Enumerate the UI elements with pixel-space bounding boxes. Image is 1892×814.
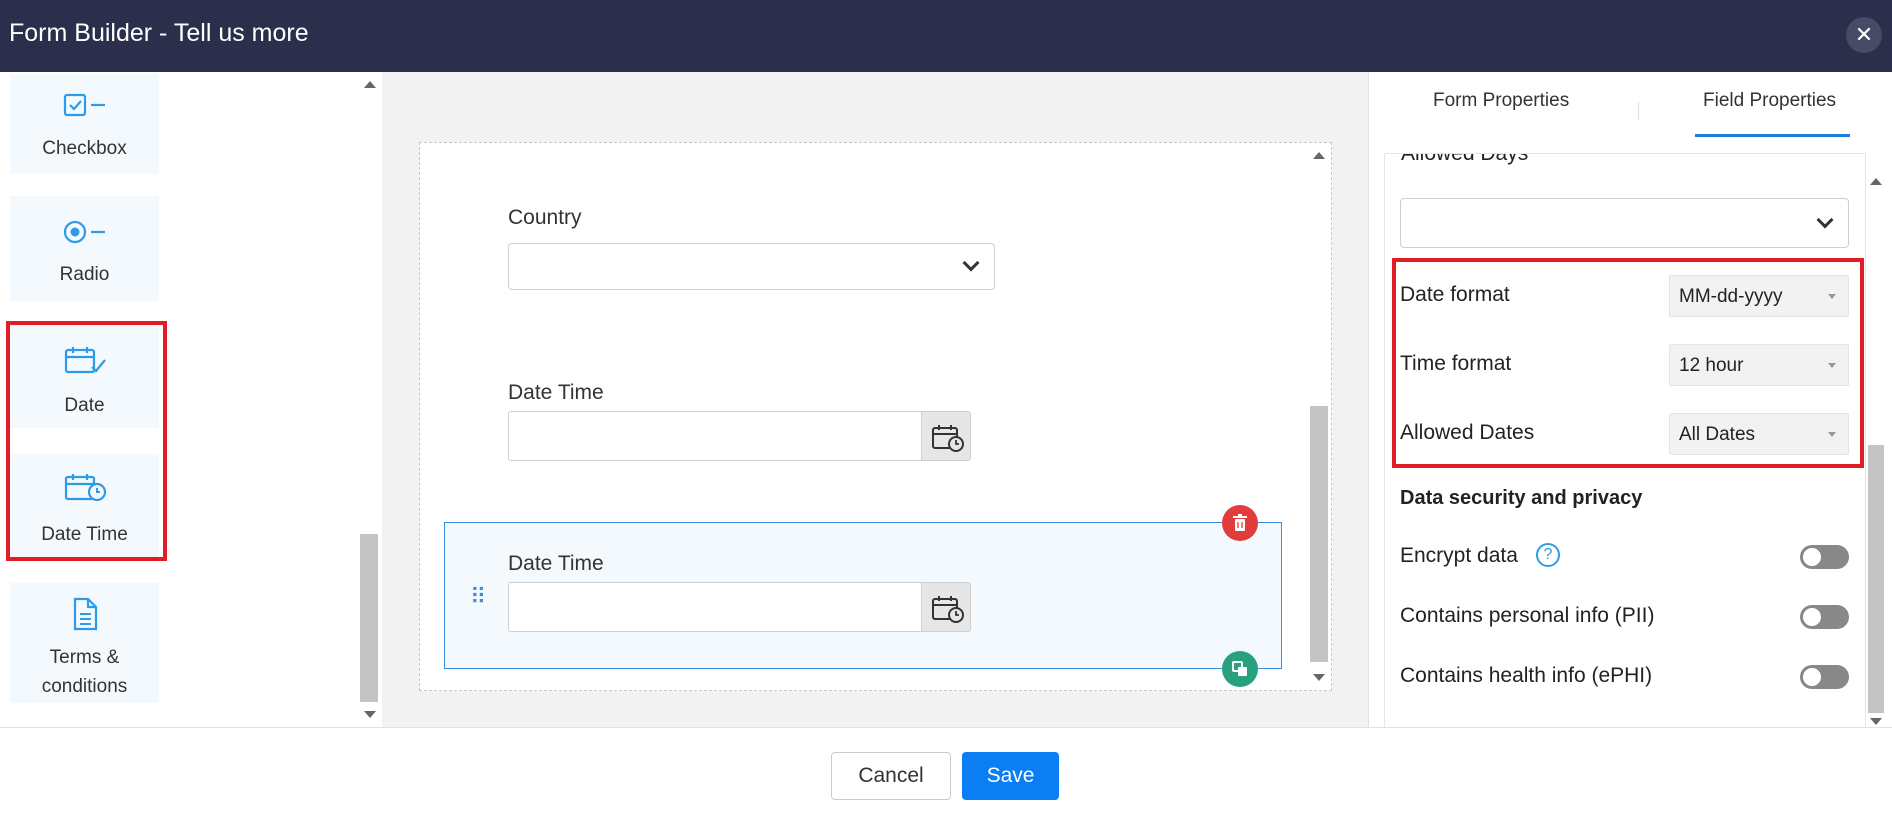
scroll-down-icon[interactable] [364, 711, 376, 718]
help-icon[interactable]: ? [1536, 543, 1560, 567]
scroll-up-icon[interactable] [364, 81, 376, 88]
modal-title: Form Builder - Tell us more [9, 19, 309, 47]
encrypt-data-label: Encrypt data [1400, 544, 1518, 567]
scroll-up-icon[interactable] [1870, 178, 1882, 185]
active-tab-indicator [1695, 134, 1850, 137]
tab-form-properties[interactable]: Form Properties [1433, 90, 1569, 112]
ephi-toggle[interactable] [1800, 665, 1849, 689]
scroll-down-icon[interactable] [1313, 674, 1325, 681]
toggle-knob [1803, 608, 1821, 626]
date-time-input[interactable] [508, 411, 924, 461]
scroll-down-icon[interactable] [1870, 718, 1882, 725]
scroll-up-icon[interactable] [1313, 152, 1325, 159]
palette-item-terms[interactable]: Terms & conditions [10, 583, 159, 703]
duplicate-field-button[interactable] [1222, 651, 1258, 687]
allowed-days-dropdown[interactable] [1400, 198, 1849, 248]
palette-item-radio[interactable]: Radio [10, 196, 159, 301]
allowed-days-label: Allowed Days [1401, 153, 1529, 165]
date-time-input[interactable] [508, 582, 924, 632]
drag-handle-icon[interactable]: ⠿ [470, 584, 486, 610]
palette-scrollbar[interactable] [358, 72, 382, 727]
calendar-clock-icon [932, 425, 964, 452]
field-label-date-time: Date Time [508, 552, 604, 575]
palette-label: Radio [59, 264, 110, 285]
scrollbar-thumb[interactable] [360, 534, 378, 702]
copy-icon [1232, 661, 1247, 676]
encrypt-data-toggle[interactable] [1800, 545, 1849, 569]
date-time-picker-button[interactable] [921, 411, 971, 461]
chevron-down-icon [1816, 211, 1834, 229]
close-icon[interactable]: ✕ [1846, 17, 1882, 53]
tab-divider [1638, 102, 1639, 120]
field-label-date-time: Date Time [508, 381, 604, 404]
highlight-box [1392, 258, 1864, 468]
save-button[interactable]: Save [962, 752, 1059, 800]
document-icon [10, 597, 159, 636]
modal-header: Form Builder - Tell us more ✕ [0, 0, 1892, 72]
highlight-box [6, 321, 167, 561]
ephi-label: Contains health info (ePHI) [1400, 664, 1653, 687]
pii-label: Contains personal info (PII) [1400, 604, 1655, 627]
toggle-knob [1803, 548, 1821, 566]
toggle-knob [1803, 668, 1821, 686]
delete-field-button[interactable] [1222, 505, 1258, 541]
tab-field-properties[interactable]: Field Properties [1703, 90, 1836, 112]
chevron-down-icon [962, 254, 980, 272]
trash-icon [1233, 514, 1247, 531]
palette-label: Checkbox [42, 138, 127, 159]
field-label-country: Country [508, 206, 582, 229]
pii-toggle[interactable] [1800, 605, 1849, 629]
calendar-clock-icon [932, 596, 964, 623]
date-time-picker-button[interactable] [921, 582, 971, 632]
scrollbar-thumb[interactable] [1310, 406, 1328, 662]
palette-label: Terms & [49, 647, 120, 668]
country-dropdown[interactable] [508, 243, 995, 290]
checkbox-icon [10, 92, 159, 125]
canvas-scrollbar[interactable] [1308, 144, 1330, 689]
palette-item-checkbox[interactable]: Checkbox [10, 74, 159, 174]
panel-scrollbar[interactable] [1866, 172, 1886, 727]
data-security-heading: Data security and privacy [1400, 487, 1643, 509]
radio-icon [10, 218, 159, 251]
cancel-button[interactable]: Cancel [831, 752, 951, 800]
scrollbar-thumb[interactable] [1868, 445, 1884, 713]
palette-label: conditions [41, 676, 128, 697]
